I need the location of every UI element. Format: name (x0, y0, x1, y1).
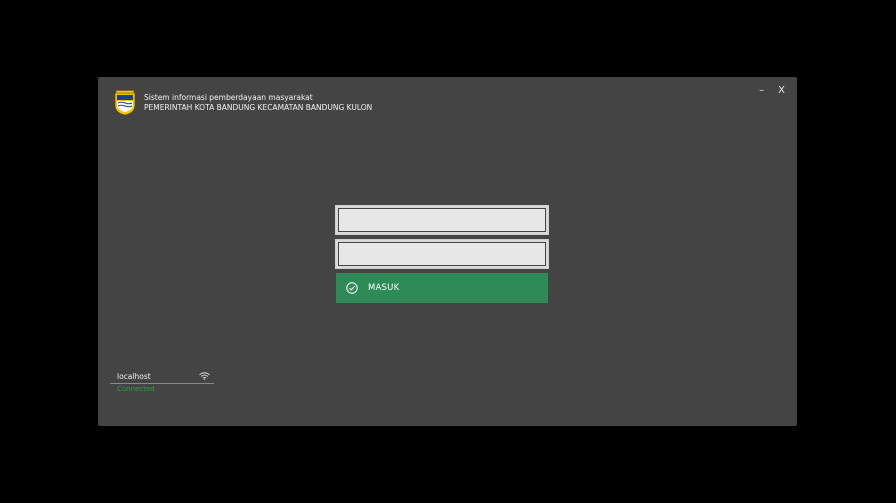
login-window: Sistem informasi pemberdayaan masyarakat… (98, 77, 797, 426)
server-host: localhost (117, 371, 151, 381)
app-title: Sistem informasi pemberdayaan masyarakat (144, 93, 313, 102)
close-button[interactable]: X (778, 84, 785, 98)
username-input[interactable] (336, 206, 548, 234)
bandung-city-emblem-icon (114, 90, 136, 116)
server-selector[interactable]: localhost (110, 369, 214, 384)
app-header: Sistem informasi pemberdayaan masyarakat… (114, 90, 372, 116)
connection-status: Connected (117, 385, 155, 393)
org-title: PEMERINTAH KOTA BANDUNG KECAMATAN BANDUN… (144, 103, 373, 112)
minimize-button[interactable]: – (759, 84, 764, 98)
window-controls: – X (759, 84, 785, 98)
password-input[interactable] (336, 240, 548, 268)
login-button[interactable]: MASUK (336, 273, 548, 303)
login-button-label: MASUK (368, 283, 400, 293)
wifi-icon (199, 372, 210, 380)
header-titles: Sistem informasi pemberdayaan masyarakat… (144, 93, 372, 113)
check-circle-icon (346, 282, 358, 294)
